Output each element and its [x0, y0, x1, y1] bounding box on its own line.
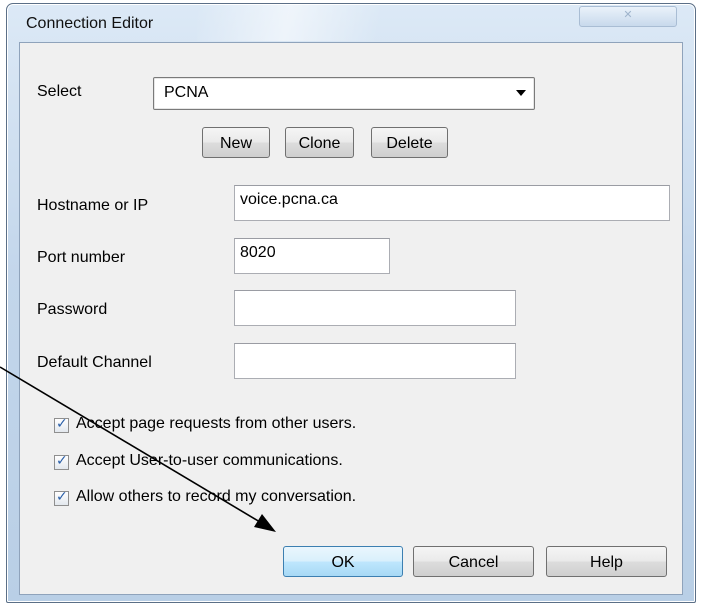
accept-page-requests-checkbox[interactable]: ✓ [54, 416, 69, 433]
select-label: Select [37, 83, 82, 100]
allow-record-checkbox[interactable]: ✓ [54, 489, 69, 506]
default-channel-label: Default Channel [37, 354, 152, 371]
window-title: Connection Editor [26, 15, 154, 32]
default-channel-field[interactable] [234, 343, 516, 379]
new-button[interactable]: New [202, 127, 270, 158]
accept-page-requests-label[interactable]: Accept page requests from other users. [76, 415, 356, 433]
dialog-window: Connection Editor ✕ Select PCNA New Clon… [6, 3, 696, 603]
hostname-value: voice.pcna.ca [240, 191, 338, 208]
help-button[interactable]: Help [546, 546, 667, 577]
ok-button[interactable]: OK [283, 546, 403, 577]
close-icon: ✕ [623, 9, 633, 21]
port-field[interactable]: 8020 [234, 238, 390, 274]
accept-user-to-user-label[interactable]: Accept User-to-user communications. [76, 452, 343, 470]
connection-select[interactable]: PCNA [153, 77, 535, 110]
checkmark-icon: ✓ [56, 416, 68, 432]
title-glare [197, 4, 457, 41]
delete-button[interactable]: Delete [371, 127, 448, 158]
password-field[interactable] [234, 290, 516, 326]
hostname-field[interactable]: voice.pcna.ca [234, 185, 670, 221]
close-button[interactable]: ✕ [579, 6, 677, 27]
dialog-client-area: Select PCNA New Clone Delete Hostname or… [19, 42, 683, 595]
allow-record-label[interactable]: Allow others to record my conversation. [76, 488, 356, 506]
cancel-button[interactable]: Cancel [413, 546, 534, 577]
checkmark-icon: ✓ [56, 453, 68, 469]
clone-button[interactable]: Clone [285, 127, 354, 158]
port-label: Port number [37, 249, 126, 266]
hostname-label: Hostname or IP [37, 197, 149, 214]
accept-user-to-user-checkbox[interactable]: ✓ [54, 453, 69, 470]
port-value: 8020 [240, 244, 276, 261]
checkmark-icon: ✓ [56, 489, 68, 505]
chevron-down-icon[interactable] [516, 90, 526, 96]
title-bar[interactable]: Connection Editor ✕ [7, 4, 695, 41]
connection-select-value: PCNA [164, 84, 209, 101]
password-label: Password [37, 301, 108, 318]
